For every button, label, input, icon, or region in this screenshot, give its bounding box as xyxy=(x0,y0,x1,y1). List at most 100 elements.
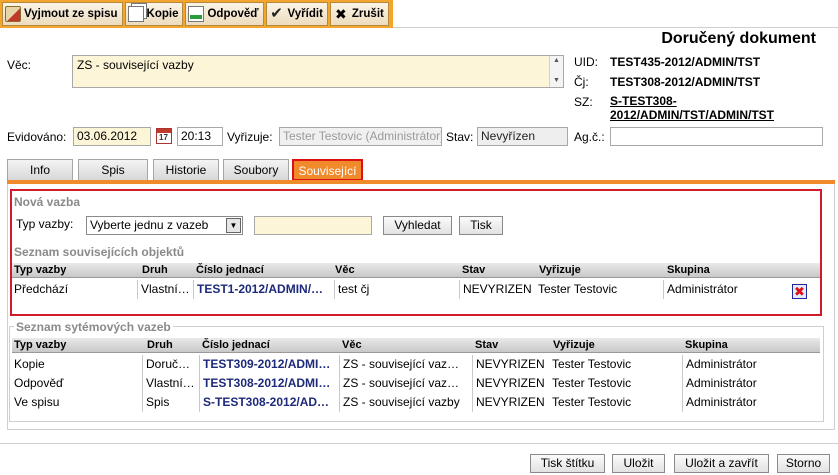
col-stav[interactable]: Stav xyxy=(462,263,485,278)
col-skupina[interactable]: Skupina xyxy=(667,263,710,278)
col-skupina[interactable]: Skupina xyxy=(685,338,728,353)
page-title: Doručený dokument xyxy=(661,30,816,47)
tab-soubory[interactable]: Soubory xyxy=(223,159,289,181)
toolbar-button-label: Odpověď xyxy=(207,8,259,20)
cell-skupina: Administrátor xyxy=(663,280,783,299)
tab-historie[interactable]: Historie xyxy=(153,159,219,181)
cell-vec: ZS - související vazby xyxy=(339,393,472,412)
uid-label: UID: xyxy=(574,55,598,69)
cell-vyrizuje: Tester Testovic xyxy=(552,357,632,371)
stav-input[interactable]: Nevyřízen xyxy=(477,127,568,146)
copy-icon xyxy=(127,6,144,22)
vec-scrollbar[interactable]: ▲ ▼ xyxy=(549,56,563,87)
cell-typ: Předchází xyxy=(14,282,69,296)
cell-skupina: Administrátor xyxy=(682,374,812,393)
cell-stav: NEVYRIZEN xyxy=(472,355,550,374)
sz-label: SZ: xyxy=(574,95,593,109)
cj-value: TEST308-2012/ADMIN/TST xyxy=(610,75,761,89)
col-druh[interactable]: Druh xyxy=(142,263,168,278)
cell-cislo-jednaci[interactable]: TEST1-2012/ADMIN/… xyxy=(193,280,333,299)
table-row[interactable]: Odpověď Vlastní… TEST308-2012/ADMI… ZS -… xyxy=(12,374,820,393)
col-cislo-jednaci[interactable]: Číslo jednací xyxy=(202,338,270,353)
tab-souvisejici[interactable]: Související xyxy=(292,159,363,181)
toolbar-button-label: Kopie xyxy=(146,8,179,20)
calendar-text: 17 xyxy=(159,133,168,142)
vec-value: ZS - související vazby xyxy=(77,58,194,72)
col-typ-vazby[interactable]: Typ vazby xyxy=(14,263,66,278)
cell-vyrizuje: Tester Testovic xyxy=(538,282,618,296)
col-vyrizuje[interactable]: Vyřizuje xyxy=(539,263,581,278)
col-druh[interactable]: Druh xyxy=(147,338,173,353)
vyrizuje-input[interactable]: Tester Testovic (Administrátor) xyxy=(279,127,442,146)
systemove-grid: Typ vazby Druh Číslo jednací Věc Stav Vy… xyxy=(12,338,820,414)
agc-label: Ag.č.: xyxy=(574,130,605,144)
cell-cislo-jednaci[interactable]: TEST308-2012/ADMI… xyxy=(199,374,339,393)
toolbar-button-label: Zrušit xyxy=(351,8,384,20)
cell-vyrizuje: Tester Testovic xyxy=(552,376,632,390)
calendar-icon[interactable]: 17 xyxy=(156,128,172,144)
vazba-search-input[interactable] xyxy=(254,216,372,235)
reply-icon xyxy=(188,6,205,22)
col-vec[interactable]: Věc xyxy=(342,338,362,353)
vyhledat-button[interactable]: Vyhledat xyxy=(383,216,452,235)
cell-skupina: Administrátor xyxy=(682,393,812,412)
agc-input[interactable] xyxy=(610,127,823,146)
vec-label: Věc: xyxy=(7,58,32,72)
tisk-stitku-button[interactable]: Tisk štítku xyxy=(530,454,605,473)
cell-vec: test čj xyxy=(334,280,458,299)
kopie-button[interactable]: Kopie xyxy=(124,2,184,26)
col-stav[interactable]: Stav xyxy=(475,338,498,353)
sz-link[interactable]: S-TEST308-2012/ADMIN/TST/ADMIN/TST xyxy=(610,94,810,122)
storno-button[interactable]: Storno xyxy=(777,454,830,473)
cell-vec: ZS - související vaz… xyxy=(339,374,472,393)
cell-stav: NEVYRIZEN xyxy=(472,374,550,393)
souvisejici-grid: Typ vazby Druh Číslo jednací Věc Stav Vy… xyxy=(12,263,820,303)
uid-value: TEST435-2012/ADMIN/TST xyxy=(610,55,761,69)
toolbar-button-label: Vyjmout ze spisu xyxy=(24,8,118,20)
col-typ-vazby[interactable]: Typ vazby xyxy=(14,338,66,353)
evidovano-label: Evidováno: xyxy=(7,130,67,144)
cell-cislo-jednaci[interactable]: S-TEST308-2012/AD… xyxy=(199,393,339,412)
cell-druh: Vlastní… xyxy=(137,280,192,299)
cell-stav: NEVYRIZEN xyxy=(472,393,550,412)
ulozit-a-zavrit-button[interactable]: Uložit a zavřít xyxy=(674,454,769,473)
check-icon: ✔ xyxy=(270,5,283,22)
typ-vazby-selected: Vyberte jednu z vazeb xyxy=(90,218,209,232)
cell-cislo-jednaci[interactable]: TEST309-2012/ADMI… xyxy=(199,355,339,374)
nova-vazba-title: Nová vazba xyxy=(14,195,81,209)
cell-vec: ZS - související vaz… xyxy=(339,355,472,374)
stav-label: Stav: xyxy=(446,130,474,144)
tab-spis[interactable]: Spis xyxy=(78,159,148,181)
vec-textarea[interactable]: ZS - související vazby ▲ ▼ xyxy=(72,55,564,88)
zrusit-button[interactable]: ✖ Zrušit xyxy=(329,2,389,26)
col-cislo-jednaci[interactable]: Číslo jednací xyxy=(196,263,264,278)
cell-druh: Doruč… xyxy=(142,355,199,374)
typ-vazby-select[interactable]: Vyberte jednu z vazeb ▼ xyxy=(86,216,243,235)
toolbar: Vyjmout ze spisu Kopie Odpověď ✔ Vyřídit… xyxy=(0,0,838,28)
scroll-up-icon[interactable]: ▲ xyxy=(553,57,560,64)
evidovano-time-input[interactable]: 20:13 xyxy=(177,127,223,146)
grid-header: Typ vazby Druh Číslo jednací Věc Stav Vy… xyxy=(12,338,820,353)
delete-icon[interactable]: ✖ xyxy=(792,284,807,299)
cell-skupina: Administrátor xyxy=(682,355,812,374)
odpoved-button[interactable]: Odpověď xyxy=(185,2,264,26)
tab-info[interactable]: Info xyxy=(7,159,73,181)
evidovano-date-input[interactable]: 03.06.2012 xyxy=(73,127,151,146)
cell-druh: Spis xyxy=(142,393,199,412)
cell-typ: Odpověď xyxy=(14,376,64,390)
ulozit-button[interactable]: Uložit xyxy=(612,454,665,473)
table-row[interactable]: Předchází Vlastní… TEST1-2012/ADMIN/… te… xyxy=(12,280,820,299)
vyjmout-ze-spisu-button[interactable]: Vyjmout ze spisu xyxy=(2,2,123,26)
cj-label: Čj: xyxy=(574,75,589,89)
typ-vazby-label: Typ vazby: xyxy=(16,217,74,231)
col-vec[interactable]: Věc xyxy=(335,263,355,278)
cell-typ: Kopie xyxy=(14,357,45,371)
toolbar-button-label: Vyřídit xyxy=(287,8,323,20)
table-row[interactable]: Ve spisu Spis S-TEST308-2012/AD… ZS - so… xyxy=(12,393,820,412)
col-vyrizuje[interactable]: Vyřizuje xyxy=(553,338,595,353)
tisk-button[interactable]: Tisk xyxy=(459,216,503,235)
chevron-down-icon[interactable]: ▼ xyxy=(226,218,241,233)
scroll-down-icon[interactable]: ▼ xyxy=(553,77,560,84)
vyridit-button[interactable]: ✔ Vyřídit xyxy=(265,2,328,26)
table-row[interactable]: Kopie Doruč… TEST309-2012/ADMI… ZS - sou… xyxy=(12,355,820,374)
